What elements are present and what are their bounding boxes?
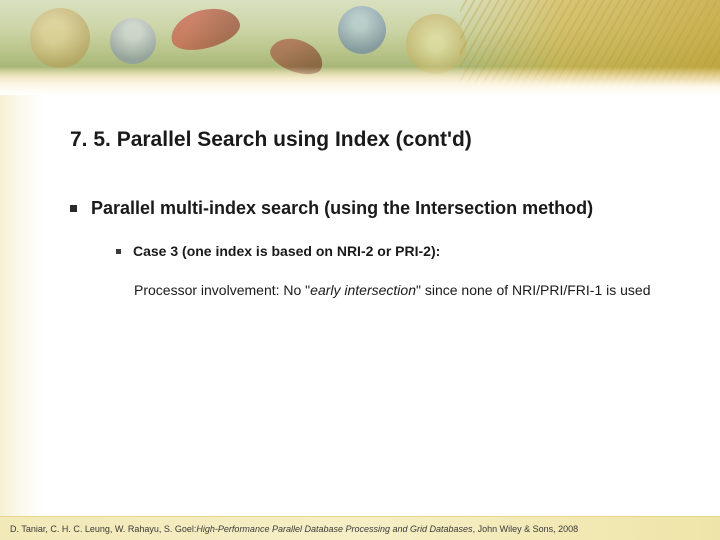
square-bullet-icon [70, 205, 77, 212]
footer-publisher: , John Wiley & Sons, 2008 [473, 524, 579, 534]
slide-content: 7. 5. Parallel Search using Index (cont'… [70, 128, 692, 300]
bullet1-text: Parallel multi-index search (using the I… [91, 198, 593, 219]
left-gradient-deco [0, 95, 46, 540]
flower-deco [338, 6, 386, 54]
slide-footer: D. Taniar, C. H. C. Leung, W. Rahayu, S.… [0, 516, 720, 540]
footer-book-title: High-Performance Parallel Database Proce… [196, 524, 472, 534]
bullet-level-1: Parallel multi-index search (using the I… [70, 198, 692, 219]
bullet-level-2: Case 3 (one index is based on NRI-2 or P… [116, 243, 692, 259]
flower-deco [406, 14, 466, 74]
footer-authors: D. Taniar, C. H. C. Leung, W. Rahayu, S.… [10, 524, 196, 534]
flower-deco [30, 8, 90, 68]
flower-deco [110, 18, 156, 64]
decorative-banner [0, 0, 720, 95]
wheat-deco [460, 0, 720, 95]
body-italic: early intersection [310, 282, 416, 298]
slide-title: 7. 5. Parallel Search using Index (cont'… [70, 128, 692, 152]
leaf-deco [266, 32, 328, 81]
body-paragraph: Processor involvement: No "early interse… [134, 281, 692, 300]
body-prefix: Processor involvement: No " [134, 282, 310, 298]
square-bullet-icon [116, 249, 121, 254]
leaf-deco [166, 2, 243, 57]
bullet2-text: Case 3 (one index is based on NRI-2 or P… [133, 243, 440, 259]
body-suffix: " since none of NRI/PRI/FRI-1 is used [416, 282, 651, 298]
